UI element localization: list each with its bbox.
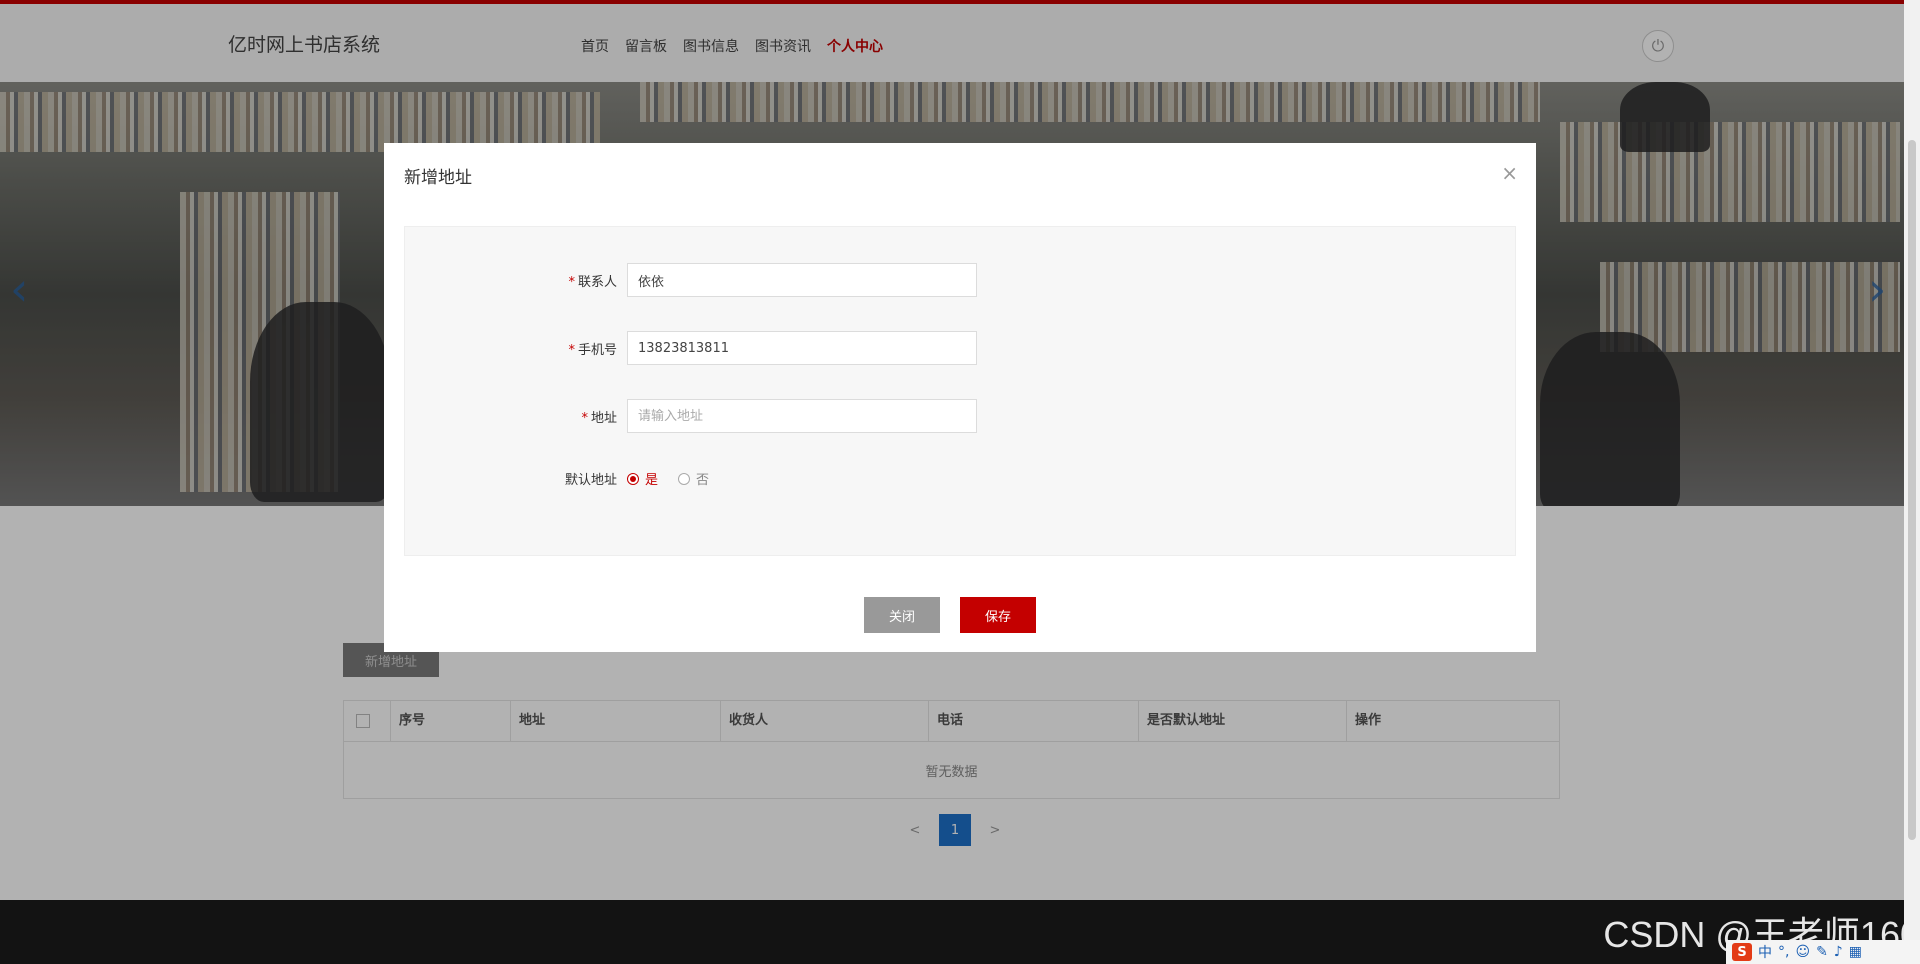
form-row-default: 默认地址 是 否 xyxy=(405,469,709,488)
ime-emoji-icon[interactable]: ☺ xyxy=(1795,944,1810,960)
sogou-ime-icon[interactable]: S xyxy=(1732,943,1752,961)
address-label: * 地址 xyxy=(581,410,617,426)
save-button[interactable]: 保存 xyxy=(960,597,1036,633)
close-button[interactable]: 关闭 xyxy=(864,597,940,633)
contact-input[interactable] xyxy=(627,263,977,297)
radio-unchecked-icon xyxy=(678,472,691,485)
dialog-close-icon[interactable]: × xyxy=(1501,161,1518,185)
phone-input[interactable] xyxy=(627,331,977,365)
default-label: 默认地址 xyxy=(564,473,617,488)
add-address-dialog: 新增地址 × *联系人 *手机号 *地址 默认地址 是 否 xyxy=(384,143,1536,652)
form-row-contact: * 联系人 xyxy=(405,263,977,297)
ime-lang-icon[interactable]: 中 xyxy=(1758,942,1772,962)
default-no-radio[interactable]: 否 xyxy=(678,469,709,488)
radio-checked-icon xyxy=(627,472,639,485)
scrollbar-thumb[interactable] xyxy=(1908,140,1916,840)
ime-toolbar: S 中 °, ☺ ✎ ♪ ▦ xyxy=(1726,940,1920,964)
default-yes-radio[interactable]: 是 xyxy=(627,469,658,488)
address-form: *联系人 *手机号 *地址 默认地址 是 否 xyxy=(404,226,1516,556)
contact-label: * 联系人 xyxy=(568,274,617,290)
ime-punct-icon[interactable]: °, xyxy=(1778,944,1789,960)
form-row-address: * 地址 xyxy=(405,399,977,433)
phone-label: * 手机号 xyxy=(568,342,617,358)
default-radio-group: 是 否 xyxy=(627,469,709,488)
ime-pen-icon[interactable]: ✎ xyxy=(1816,944,1828,960)
ime-mic-icon[interactable]: ♪ xyxy=(1834,944,1843,960)
ime-grid-icon[interactable]: ▦ xyxy=(1849,944,1862,960)
form-row-phone: * 手机号 xyxy=(405,331,977,365)
address-input[interactable] xyxy=(627,399,977,433)
dialog-title: 新增地址 xyxy=(404,168,472,188)
